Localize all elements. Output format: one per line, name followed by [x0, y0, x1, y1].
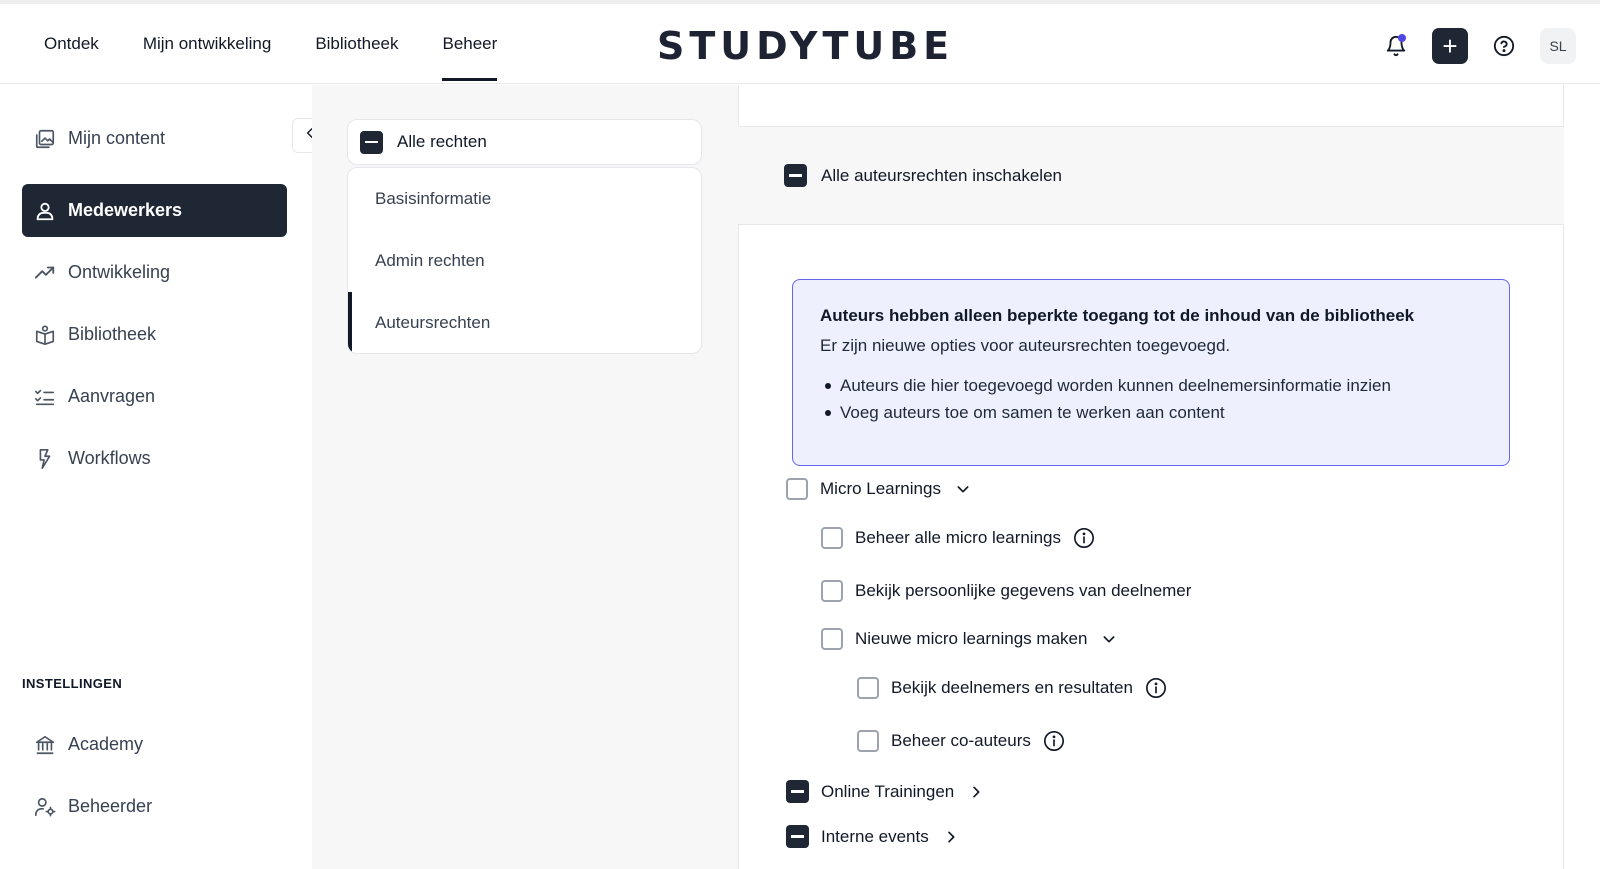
all-rights-toggle[interactable]: Alle rechten: [347, 119, 702, 165]
sidebar-item-mijn-content[interactable]: Mijn content: [22, 112, 287, 165]
user-gear-icon: [34, 796, 56, 818]
perm-manage-all-micro[interactable]: Beheer alle micro learnings: [821, 527, 1095, 549]
checkbox[interactable]: [786, 478, 808, 500]
info-subtitle: Er zijn nieuwe opties voor auteursrechte…: [820, 336, 1231, 355]
studytube-logo[interactable]: STUDYTUBE: [657, 24, 954, 68]
sidebar-item-label: Mijn content: [68, 128, 166, 148]
indeterminate-checkbox[interactable]: [786, 780, 809, 803]
perm-label: Beheer co-auteurs: [891, 731, 1031, 750]
perm-label: Online Trainingen: [821, 781, 955, 801]
checklist-icon: [34, 386, 56, 408]
trend-up-icon: [34, 262, 56, 284]
checkbox[interactable]: [821, 628, 843, 650]
info-title: Auteurs hebben alleen beperkte toegang t…: [820, 306, 1415, 325]
bolt-icon: [34, 448, 56, 470]
sidebar-item-medewerkers[interactable]: Medewerkers: [22, 184, 287, 237]
enable-all-author-rights[interactable]: Alle auteursrechten inschakelen: [738, 126, 1564, 225]
nav-beheer[interactable]: Beheer: [442, 34, 497, 81]
sidebar-item-label: Medewerkers: [68, 200, 183, 220]
sidebar-item-workflows[interactable]: Workflows: [22, 432, 287, 485]
sidebar-item-bibliotheek[interactable]: Bibliotheek: [22, 308, 287, 361]
sidebar-item-beheerder[interactable]: Beheerder: [22, 780, 287, 833]
perm-label: Bekijk persoonlijke gegevens van deelnem…: [855, 581, 1192, 600]
indeterminate-checkbox[interactable]: [784, 164, 807, 187]
sidebar-section-label: INSTELLINGEN: [22, 676, 123, 691]
info-icon[interactable]: [1073, 527, 1095, 549]
checkbox[interactable]: [857, 730, 879, 752]
perm-view-participants[interactable]: Bekijk deelnemers en resultaten: [857, 677, 1167, 699]
perm-manage-coauthors[interactable]: Beheer co-auteurs: [857, 730, 1065, 752]
info-bullet: Voeg auteurs toe om samen te werken aan …: [820, 399, 1482, 426]
sidebar-item-aanvragen[interactable]: Aanvragen: [22, 370, 287, 423]
perm-online-trainingen[interactable]: Online Trainingen: [786, 780, 986, 803]
checkbox[interactable]: [821, 580, 843, 602]
nav-mijn-ontwikkeling[interactable]: Mijn ontwikkeling: [143, 34, 272, 81]
rights-tabs: Basisinformatie Admin rechten Auteursrec…: [347, 167, 702, 354]
image-stack-icon: [34, 128, 56, 150]
chevron-down-icon[interactable]: [1099, 629, 1119, 649]
sidebar-item-label: Bibliotheek: [68, 324, 157, 344]
chevron-right-icon[interactable]: [941, 827, 961, 847]
perm-label: Beheer alle micro learnings: [855, 528, 1061, 547]
sidebar-item-academy[interactable]: Academy: [22, 718, 287, 771]
truncated-text: [918, 70, 978, 82]
perm-view-personal-data[interactable]: Bekijk persoonlijke gegevens van deelnem…: [821, 580, 1191, 602]
perm-interne-events[interactable]: Interne events: [786, 825, 961, 848]
notification-dot: [1398, 34, 1406, 42]
sidebar-item-label: Academy: [68, 734, 144, 754]
author-info-callout: Auteurs hebben alleen beperkte toegang t…: [792, 279, 1510, 466]
sidebar-item-ontwikkeling[interactable]: Ontwikkeling: [22, 246, 287, 299]
enable-all-label: Alle auteursrechten inschakelen: [821, 165, 1062, 185]
indeterminate-checkbox[interactable]: [786, 825, 809, 848]
perm-label: Nieuwe micro learnings maken: [855, 629, 1088, 648]
main-nav: Ontdek Mijn ontwikkeling Bibliotheek Beh…: [44, 34, 497, 81]
sidebar-item-label: Workflows: [68, 448, 151, 468]
checkbox[interactable]: [857, 677, 879, 699]
help-icon[interactable]: [1486, 28, 1522, 64]
top-navigation-bar: Ontdek Mijn ontwikkeling Bibliotheek Beh…: [0, 0, 1600, 84]
indeterminate-checkbox[interactable]: [360, 130, 383, 154]
tab-auteursrechten[interactable]: Auteursrechten: [348, 292, 701, 353]
perm-label: Micro Learnings: [820, 479, 941, 498]
perm-create-micro[interactable]: Nieuwe micro learnings maken: [821, 628, 1119, 650]
all-rights-label: Alle rechten: [397, 132, 487, 151]
notification-bell-icon[interactable]: [1378, 28, 1414, 64]
sidebar-item-label: Aanvragen: [68, 386, 156, 406]
sidebar-item-label: Ontwikkeling: [68, 262, 171, 282]
info-bullet: Auteurs die hier toegevoegd worden kunne…: [820, 372, 1482, 399]
top-actions: + SL: [1378, 28, 1576, 64]
checkbox[interactable]: [821, 527, 843, 549]
tab-basisinformatie[interactable]: Basisinformatie: [348, 168, 701, 230]
tab-admin-rechten[interactable]: Admin rechten: [348, 230, 701, 292]
info-icon[interactable]: [1043, 730, 1065, 752]
perm-micro-learnings[interactable]: Micro Learnings: [786, 478, 973, 500]
chevron-right-icon[interactable]: [966, 782, 986, 802]
create-button[interactable]: +: [1432, 28, 1468, 64]
nav-bibliotheek[interactable]: Bibliotheek: [315, 34, 398, 81]
book-user-icon: [34, 324, 56, 346]
user-icon: [34, 200, 56, 222]
info-bullets: Auteurs die hier toegevoegd worden kunne…: [820, 372, 1482, 426]
sidebar: Mijn content Medewerkers Ontwikkeling Bi…: [0, 85, 312, 869]
perm-label: Interne events: [821, 826, 929, 846]
avatar[interactable]: SL: [1540, 28, 1576, 64]
chevron-down-icon[interactable]: [953, 479, 973, 499]
info-icon[interactable]: [1145, 677, 1167, 699]
perm-label: Bekijk deelnemers en resultaten: [891, 678, 1133, 697]
bank-icon: [34, 734, 56, 756]
sidebar-item-label: Beheerder: [68, 796, 153, 816]
nav-ontdek[interactable]: Ontdek: [44, 34, 99, 81]
